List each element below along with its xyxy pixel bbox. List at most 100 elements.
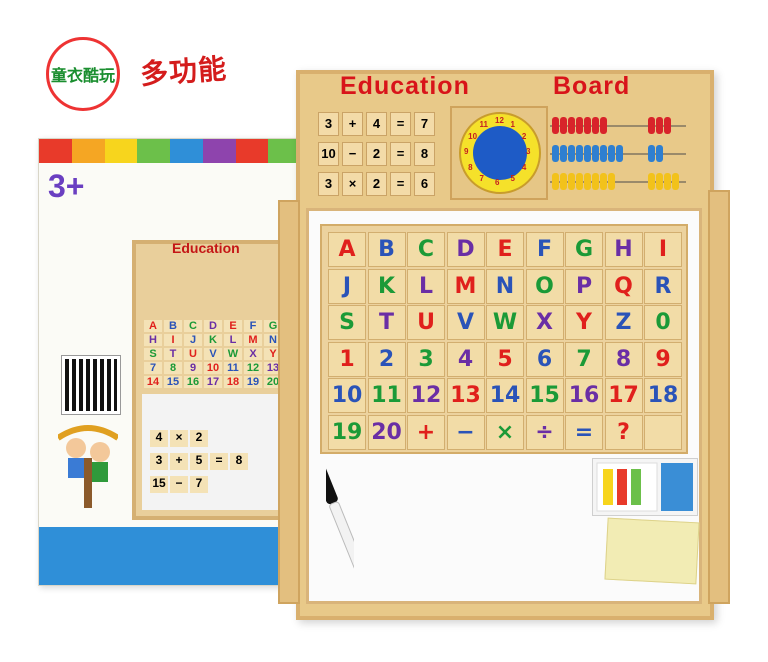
chalk-box[interactable] [592,458,698,516]
letter-tile[interactable]: Z [604,305,643,340]
abacus-bead[interactable] [576,173,583,190]
letter-tile[interactable]: E [486,232,524,267]
letter-tile[interactable]: 8 [604,341,643,377]
letter-tile[interactable]: 7 [565,341,603,377]
letter-tile[interactable]: F [525,232,564,267]
abacus-bead[interactable] [592,173,599,190]
abacus-bead[interactable] [608,145,615,162]
letter-tile[interactable]: T [367,305,406,340]
letter-tile[interactable]: 19 [328,414,366,450]
letter-tile[interactable]: D [446,232,485,267]
letter-tile[interactable]: W [486,305,524,340]
letter-tile[interactable]: 6 [525,341,564,377]
letter-tile[interactable]: 9 [644,341,682,377]
abacus-bead[interactable] [576,145,583,162]
letter-tile[interactable]: 1 [328,341,366,377]
letter-tile[interactable]: − [446,414,485,450]
abacus-bead[interactable] [560,117,567,134]
abacus-bead[interactable] [600,117,607,134]
letter-tile[interactable]: Q [604,268,643,304]
letter-tile[interactable]: 20 [367,414,406,450]
letter-tile[interactable]: K [367,268,406,304]
letter-tile[interactable]: ÷ [525,414,564,450]
math-tile[interactable]: 8 [414,142,435,166]
letter-tile[interactable]: 0 [644,305,682,340]
abacus-bead[interactable] [552,117,559,134]
letter-tile[interactable]: 2 [367,341,406,377]
abacus-bead[interactable] [576,117,583,134]
math-tile[interactable]: = [390,112,411,136]
letter-tile[interactable]: 13 [446,378,485,413]
abacus-bead[interactable] [592,145,599,162]
abacus-bead[interactable] [568,173,575,190]
abacus-bead[interactable] [560,173,567,190]
marker-pen-icon[interactable] [326,452,354,592]
letter-tile[interactable]: S [328,305,366,340]
letter-tile[interactable]: × [486,414,524,450]
math-tile[interactable]: × [342,172,363,196]
letter-tile[interactable]: 4 [446,341,485,377]
abacus-bead[interactable] [664,173,671,190]
abacus-bead[interactable] [552,145,559,162]
letter-tile[interactable]: M [446,268,485,304]
letter-tile[interactable]: U [407,305,445,340]
letter-tile[interactable]: H [604,232,643,267]
abacus-bead[interactable] [648,117,655,134]
letter-tile[interactable]: 17 [604,378,643,413]
letter-tile[interactable]: 15 [525,378,564,413]
abacus-bead[interactable] [584,173,591,190]
clock[interactable]: 12 1 2 3 4 5 6 7 8 9 10 11 [450,106,548,200]
math-tile[interactable]: − [342,142,363,166]
letter-tile[interactable]: G [565,232,603,267]
letter-tile[interactable]: 11 [367,378,406,413]
math-tile[interactable]: + [342,112,363,136]
letter-tile[interactable]: N [486,268,524,304]
letter-tile[interactable]: X [525,305,564,340]
abacus-bead[interactable] [648,145,655,162]
abacus-bead[interactable] [568,145,575,162]
math-tile[interactable]: 4 [366,112,387,136]
letter-tile[interactable]: 10 [328,378,366,413]
letter-tile[interactable]: 16 [565,378,603,413]
abacus-bead[interactable] [616,145,623,162]
math-tile[interactable]: 7 [414,112,435,136]
letter-tile[interactable]: Y [565,305,603,340]
letter-tile[interactable]: = [565,414,603,450]
letter-tile[interactable]: ? [604,414,643,450]
letter-tile[interactable]: B [367,232,406,267]
abacus-bead[interactable] [600,145,607,162]
letter-tile[interactable]: L [407,268,445,304]
letter-tile[interactable]: A [328,232,366,267]
letter-tile[interactable]: 18 [644,378,682,413]
math-tile[interactable]: 2 [366,172,387,196]
math-tile[interactable]: = [390,142,411,166]
letter-tile[interactable] [644,414,682,450]
math-tile[interactable]: 10 [318,142,339,166]
math-tile[interactable]: 6 [414,172,435,196]
letter-tile[interactable]: V [446,305,485,340]
letter-tile[interactable]: C [407,232,445,267]
letter-tile[interactable]: 14 [486,378,524,413]
math-tile[interactable]: 3 [318,112,339,136]
abacus-bead[interactable] [608,173,615,190]
letter-tile[interactable]: J [328,268,366,304]
math-tile[interactable]: 3 [318,172,339,196]
letter-tile[interactable]: O [525,268,564,304]
math-tile[interactable]: = [390,172,411,196]
letter-tile[interactable]: 12 [407,378,445,413]
letter-tile[interactable]: R [644,268,682,304]
abacus-bead[interactable] [656,173,663,190]
letter-tile[interactable]: + [407,414,445,450]
abacus-bead[interactable] [648,173,655,190]
abacus-bead[interactable] [672,173,679,190]
letter-tile[interactable]: 3 [407,341,445,377]
abacus-bead[interactable] [664,117,671,134]
abacus-bead[interactable] [568,117,575,134]
abacus-bead[interactable] [584,145,591,162]
abacus-bead[interactable] [560,145,567,162]
letter-tile[interactable]: P [565,268,603,304]
sponge-eraser[interactable] [604,517,700,585]
math-tile[interactable]: 2 [366,142,387,166]
letter-tile[interactable]: I [644,232,682,267]
abacus-bead[interactable] [656,117,663,134]
